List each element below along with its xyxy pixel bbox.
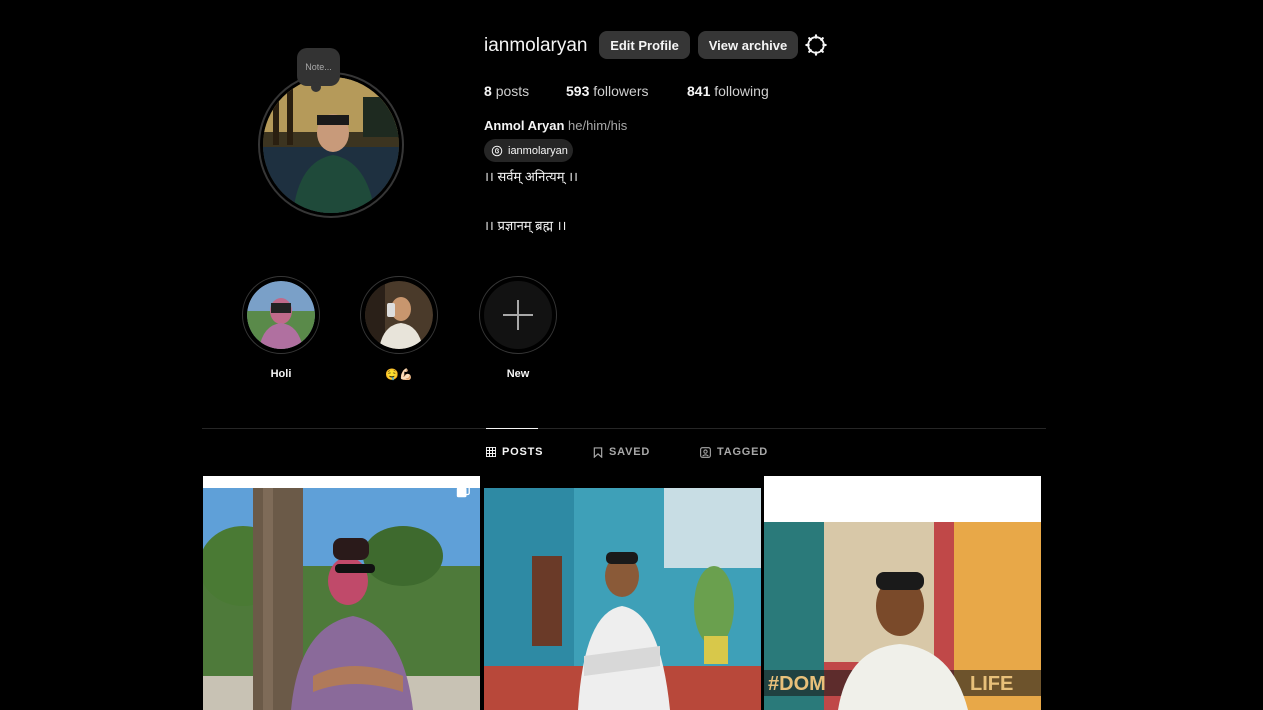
- highlight-ring: [479, 276, 557, 354]
- active-tab-indicator: [486, 428, 538, 429]
- highlight-holi[interactable]: Holi: [242, 276, 320, 380]
- highlight-ring: [242, 276, 320, 354]
- grid-icon: [486, 447, 496, 457]
- highlight-ring: [360, 276, 438, 354]
- edit-profile-button[interactable]: Edit Profile: [599, 31, 690, 59]
- post-thumbnail-1[interactable]: [203, 476, 480, 710]
- highlight-label: 🤤💪🏻: [385, 369, 413, 381]
- bio-line-1: ।। सर्वम् अनित्यम् ।।: [484, 169, 578, 184]
- plus-icon: [503, 300, 533, 330]
- post-2-image: [484, 488, 761, 710]
- post-1-image: [203, 488, 480, 710]
- posts-stat: 8 posts: [484, 83, 529, 99]
- post-thumbnail-3[interactable]: #DOM LIFE: [764, 476, 1041, 710]
- highlight-label: Holi: [270, 368, 292, 380]
- svg-text:LIFE: LIFE: [970, 673, 1013, 695]
- tab-saved-label: SAVED: [609, 446, 651, 458]
- threads-link[interactable]: ianmolaryan: [484, 139, 573, 162]
- avatar-photo: [263, 77, 399, 213]
- posts-label: posts: [495, 83, 530, 99]
- threads-icon: [491, 145, 503, 156]
- followers-label: followers: [593, 83, 649, 99]
- carousel-icon: [456, 484, 470, 498]
- settings-gear-icon[interactable]: [805, 34, 827, 56]
- followers-stat[interactable]: 593 followers: [566, 83, 649, 99]
- tabs-divider: [202, 428, 1046, 429]
- tab-posts-label: POSTS: [502, 446, 544, 458]
- tab-posts[interactable]: POSTS: [486, 446, 543, 458]
- highlight-emoji[interactable]: 🤤💪🏻: [360, 276, 438, 381]
- profile-username: ianmolaryan: [484, 35, 588, 56]
- svg-text:#DOM: #DOM: [768, 673, 826, 695]
- post-3-image: #DOM LIFE: [764, 522, 1041, 710]
- following-label: following: [714, 83, 769, 99]
- tagged-icon: [700, 446, 711, 458]
- profile-avatar[interactable]: [263, 77, 399, 213]
- profile-full-name: Anmol Aryan: [484, 118, 565, 133]
- posts-count: 8: [484, 83, 492, 99]
- following-count: 841: [687, 83, 711, 99]
- following-stat[interactable]: 841 following: [687, 83, 769, 99]
- new-highlight-circle: [484, 281, 552, 349]
- highlight-holi-image: [247, 281, 315, 349]
- bio-line-2: ।। प्रज्ञानम् ब्रह्म ।।: [484, 218, 567, 233]
- note-text: Note...: [305, 62, 332, 72]
- followers-count: 593: [566, 83, 590, 99]
- view-archive-button[interactable]: View archive: [698, 31, 798, 59]
- profile-pronouns: he/him/his: [568, 118, 628, 133]
- bookmark-icon: [593, 446, 603, 458]
- tab-tagged[interactable]: TAGGED: [700, 446, 768, 458]
- tab-saved[interactable]: SAVED: [593, 446, 650, 458]
- threads-handle: ianmolaryan: [508, 144, 568, 157]
- post-thumbnail-2[interactable]: [484, 476, 761, 710]
- highlight-emoji-image: [365, 281, 433, 349]
- highlight-label: New: [506, 368, 530, 380]
- highlight-new[interactable]: New: [479, 276, 557, 380]
- note-bubble[interactable]: Note...: [297, 48, 340, 92]
- tab-tagged-label: TAGGED: [717, 446, 769, 458]
